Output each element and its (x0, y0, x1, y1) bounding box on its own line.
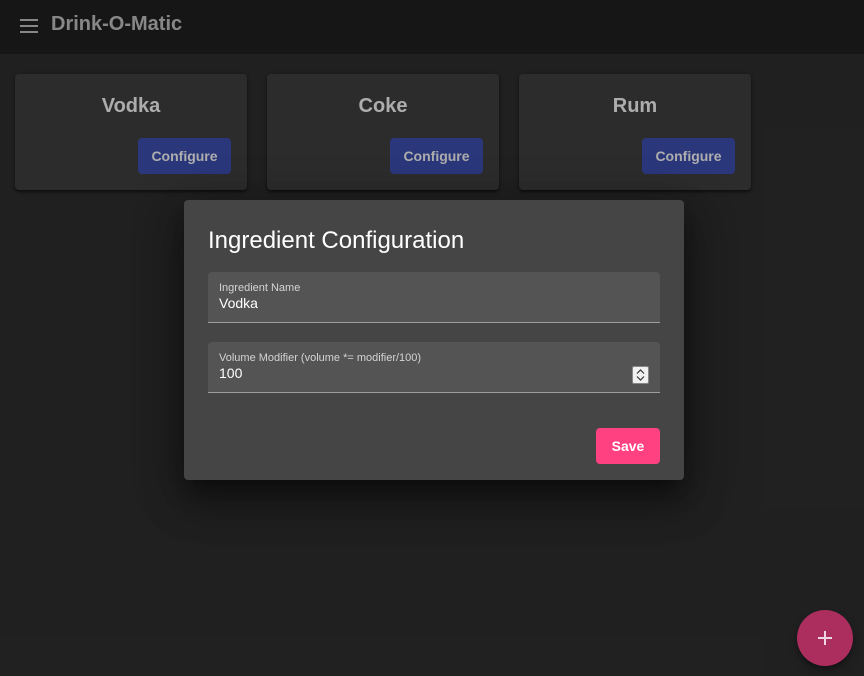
ingredient-name-label: Ingredient Name (219, 282, 301, 294)
dialog-title: Ingredient Configuration (208, 227, 465, 254)
ingredient-name-input[interactable] (219, 295, 619, 311)
add-ingredient-button[interactable] (797, 610, 853, 666)
save-button[interactable]: Save (596, 428, 660, 464)
volume-modifier-label: Volume Modifier (volume *= modifier/100) (219, 352, 422, 364)
volume-modifier-field[interactable]: Volume Modifier (volume *= modifier/100) (208, 342, 660, 393)
number-stepper-icon[interactable] (632, 366, 649, 384)
plus-icon (818, 631, 832, 645)
ingredient-config-dialog: Ingredient Configuration Ingredient Name… (184, 200, 684, 480)
ingredient-name-field[interactable]: Ingredient Name (208, 272, 660, 323)
volume-modifier-input[interactable] (219, 365, 619, 381)
